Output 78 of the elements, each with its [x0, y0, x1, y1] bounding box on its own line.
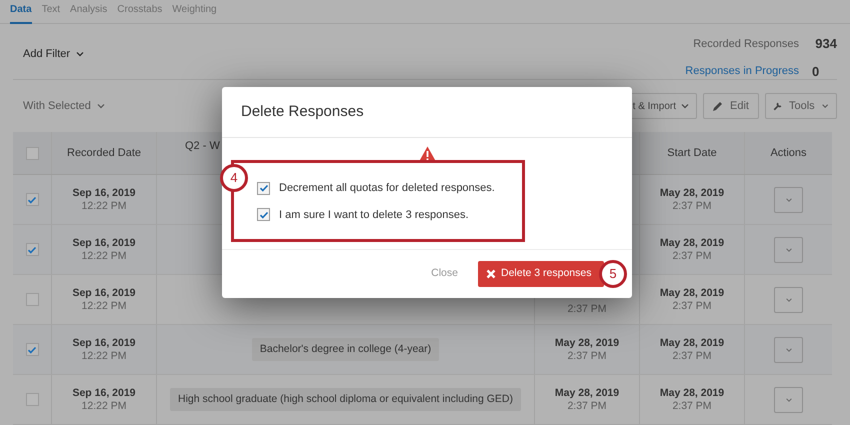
chevron-down-icon — [784, 346, 792, 354]
recorded-time: 12:22 PM — [82, 250, 126, 262]
recorded-date: Sep 16, 2019 — [72, 236, 136, 250]
recorded-responses-label: Recorded Responses — [693, 36, 799, 52]
chevron-down-icon — [784, 396, 792, 404]
row-actions-button[interactable] — [774, 286, 803, 312]
start-date: May 28, 2019 — [660, 286, 724, 300]
chevron-down-icon — [784, 296, 792, 304]
checkbox-label: Decrement all quotas for deleted responses. — [279, 181, 495, 196]
responses-in-progress-count: 0 — [811, 62, 820, 80]
tab[interactable]: Analysis — [70, 0, 108, 24]
checkbox[interactable] — [257, 208, 270, 222]
checkbox[interactable] — [26, 146, 38, 160]
chevron-down-icon — [784, 196, 792, 204]
start-date: May 28, 2019 — [660, 336, 724, 350]
start-time: 2:37 PM — [672, 350, 712, 362]
column-4-date: May 28, 2019 — [554, 336, 620, 350]
answer-tag: High school graduate (high school diploma or equivalent including GED) — [170, 388, 522, 412]
start-time: 2:37 PM — [672, 400, 712, 412]
close-button[interactable]: Close — [431, 266, 458, 282]
checkbox[interactable] — [26, 393, 38, 406]
answer-tag: Bachelor's degree in college (4-year) — [252, 338, 440, 362]
column-header: Recorded Date — [67, 146, 141, 161]
row-actions-button[interactable] — [774, 336, 803, 362]
checkbox[interactable] — [26, 243, 38, 256]
recorded-time: 12:22 PM — [82, 200, 126, 212]
checkmark-icon — [27, 244, 37, 254]
recorded-time: 12:22 PM — [82, 300, 126, 312]
start-time: 2:37 PM — [672, 250, 712, 262]
delete-button[interactable]: Delete 3 responses — [478, 261, 604, 287]
column-header: Start Date — [667, 146, 717, 161]
dialog-title: Delete Responses — [241, 102, 364, 122]
column-header: Q2 - W — [185, 139, 220, 154]
tab[interactable]: Weighting — [172, 0, 217, 24]
recorded-date: Sep 16, 2019 — [72, 186, 136, 200]
pencil-icon — [712, 100, 724, 112]
start-date: May 28, 2019 — [660, 386, 724, 400]
row-actions-button[interactable] — [774, 186, 803, 212]
tab[interactable]: Data — [10, 0, 32, 24]
checkmark-icon — [27, 194, 37, 204]
chevron-down-icon — [96, 101, 106, 111]
warning-icon — [418, 146, 436, 163]
start-date: May 28, 2019 — [660, 236, 724, 250]
start-time: 2:37 PM — [672, 200, 712, 212]
checkmark-icon — [258, 183, 268, 194]
responses-in-progress-link[interactable]: Responses in Progress — [685, 63, 799, 80]
start-date: May 28, 2019 — [660, 186, 724, 200]
recorded-date: Sep 16, 2019 — [72, 286, 136, 300]
tab[interactable]: Crosstabs — [117, 0, 162, 24]
recorded-time: 12:22 PM — [82, 400, 126, 412]
checkmark-icon — [258, 210, 268, 220]
column-4-time: 2:37 PM — [567, 400, 607, 412]
tab[interactable]: Text — [42, 0, 60, 24]
chevron-down-icon — [680, 101, 690, 111]
checkbox[interactable] — [257, 182, 270, 195]
checkbox[interactable] — [26, 193, 38, 206]
row-actions-button[interactable] — [774, 386, 803, 412]
row-actions-button[interactable] — [774, 236, 803, 262]
recorded-time: 12:22 PM — [82, 350, 126, 362]
chevron-down-icon — [784, 246, 792, 254]
column-4-time: 2:37 PM — [567, 303, 607, 316]
checkbox-label: I am sure I want to delete 3 responses. — [279, 208, 469, 222]
edit-button[interactable]: Edit — [703, 93, 759, 119]
recorded-date: Sep 16, 2019 — [72, 336, 136, 350]
add-filter-button[interactable]: Add Filter — [23, 46, 86, 62]
column-4-date: May 28, 2019 — [554, 386, 620, 400]
checkbox[interactable] — [26, 343, 38, 356]
close-icon — [486, 269, 496, 279]
column-header: Actions — [770, 146, 807, 161]
start-time: 2:37 PM — [672, 300, 712, 312]
checkbox[interactable] — [26, 293, 38, 306]
wrench-icon — [773, 100, 783, 112]
recorded-date: Sep 16, 2019 — [72, 386, 136, 400]
with-selected-button[interactable]: With Selected — [23, 98, 106, 114]
tools-button[interactable]: Tools — [765, 93, 837, 119]
recorded-responses-count: 934 — [814, 35, 837, 53]
column-4-time: 2:37 PM — [567, 350, 607, 362]
checkmark-icon — [27, 344, 37, 354]
